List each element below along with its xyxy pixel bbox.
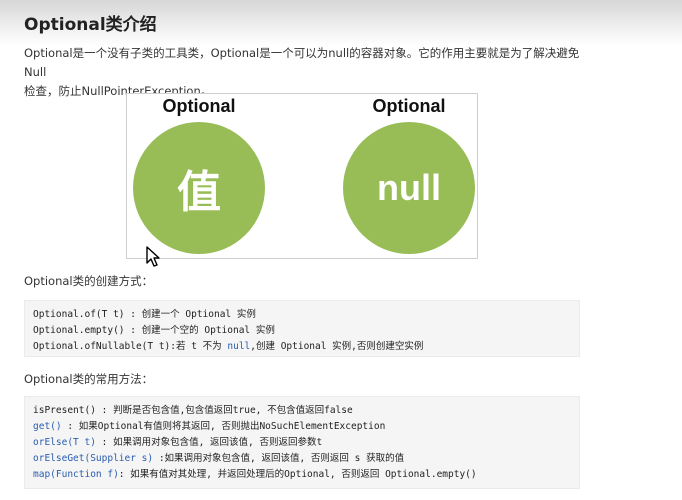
code-desc: : 创建一个 Optional 实例: [124, 309, 256, 320]
code-text: Optional.of(T t): [33, 309, 125, 320]
method-name: get(): [33, 421, 62, 432]
code-line: Optional.of(T t) : 创建一个 Optional 实例: [33, 307, 571, 323]
figure-right-label: Optional: [372, 96, 446, 116]
null-keyword: null: [227, 341, 251, 352]
code-line: Optional.ofNullable(T t):若 t 不为 null,创建 …: [33, 339, 571, 355]
method-name: isPresent(): [33, 405, 96, 416]
mouse-cursor-icon: [146, 246, 160, 267]
method-line: orElse(T t) : 如果调用对象包含值, 返回该值, 否则返回参数t: [33, 435, 571, 451]
figure-left-label: Optional: [162, 96, 236, 116]
code-desc: ,创建 Optional 实例,否则创建空实例: [250, 341, 424, 352]
value-circle: 值: [133, 122, 265, 254]
method-desc: :如果调用对象包含值, 返回该值, 否则返回 s 获取的值: [153, 453, 405, 464]
method-name: map(Function f): [33, 469, 119, 480]
method-line: orElseGet(Supplier s) :如果调用对象包含值, 返回该值, …: [33, 451, 571, 467]
intro-line-1: Optional是一个没有子类的工具类，Optional是一个可以为null的容…: [24, 46, 580, 79]
optional-figure: Optional 值 Optional null: [126, 93, 478, 259]
method-name: orElse(T t): [33, 437, 96, 448]
code-line: Optional.empty() : 创建一个空的 Optional 实例: [33, 323, 571, 339]
method-desc: : 如果有值对其处理, 并返回处理后的Optional, 否则返回 Option…: [118, 469, 477, 480]
code-desc: : 创建一个空的 Optional 实例: [124, 325, 275, 336]
method-line: map(Function f): 如果有值对其处理, 并返回处理后的Option…: [33, 467, 571, 483]
creation-code-block: Optional.of(T t) : 创建一个 Optional 实例 Opti…: [24, 300, 580, 357]
method-desc: : 如果Optional有值则将其返回, 否则抛出NoSuchElementEx…: [61, 421, 386, 432]
value-circle-text: 值: [177, 168, 221, 217]
code-text: Optional.empty(): [33, 325, 125, 336]
method-desc: : 如果调用对象包含值, 返回该值, 否则返回参数t: [95, 437, 323, 448]
method-line: get() : 如果Optional有值则将其返回, 否则抛出NoSuchEle…: [33, 419, 571, 435]
null-circle-text: null: [377, 167, 441, 208]
creation-heading: Optional类的创建方式：: [24, 274, 154, 288]
null-circle: null: [343, 122, 475, 254]
method-name: orElseGet(Supplier s): [33, 453, 154, 464]
code-text: Optional.ofNullable(T t):若 t 不为: [33, 341, 228, 352]
methods-code-block: isPresent() : 判断是否包含值,包含值返回true, 不包含值返回f…: [24, 396, 580, 489]
method-line: isPresent() : 判断是否包含值,包含值返回true, 不包含值返回f…: [33, 403, 571, 419]
method-desc: : 判断是否包含值,包含值返回true, 不包含值返回false: [95, 405, 353, 416]
page-title: Optional类介绍: [24, 15, 157, 35]
methods-heading: Optional类的常用方法：: [24, 372, 154, 386]
